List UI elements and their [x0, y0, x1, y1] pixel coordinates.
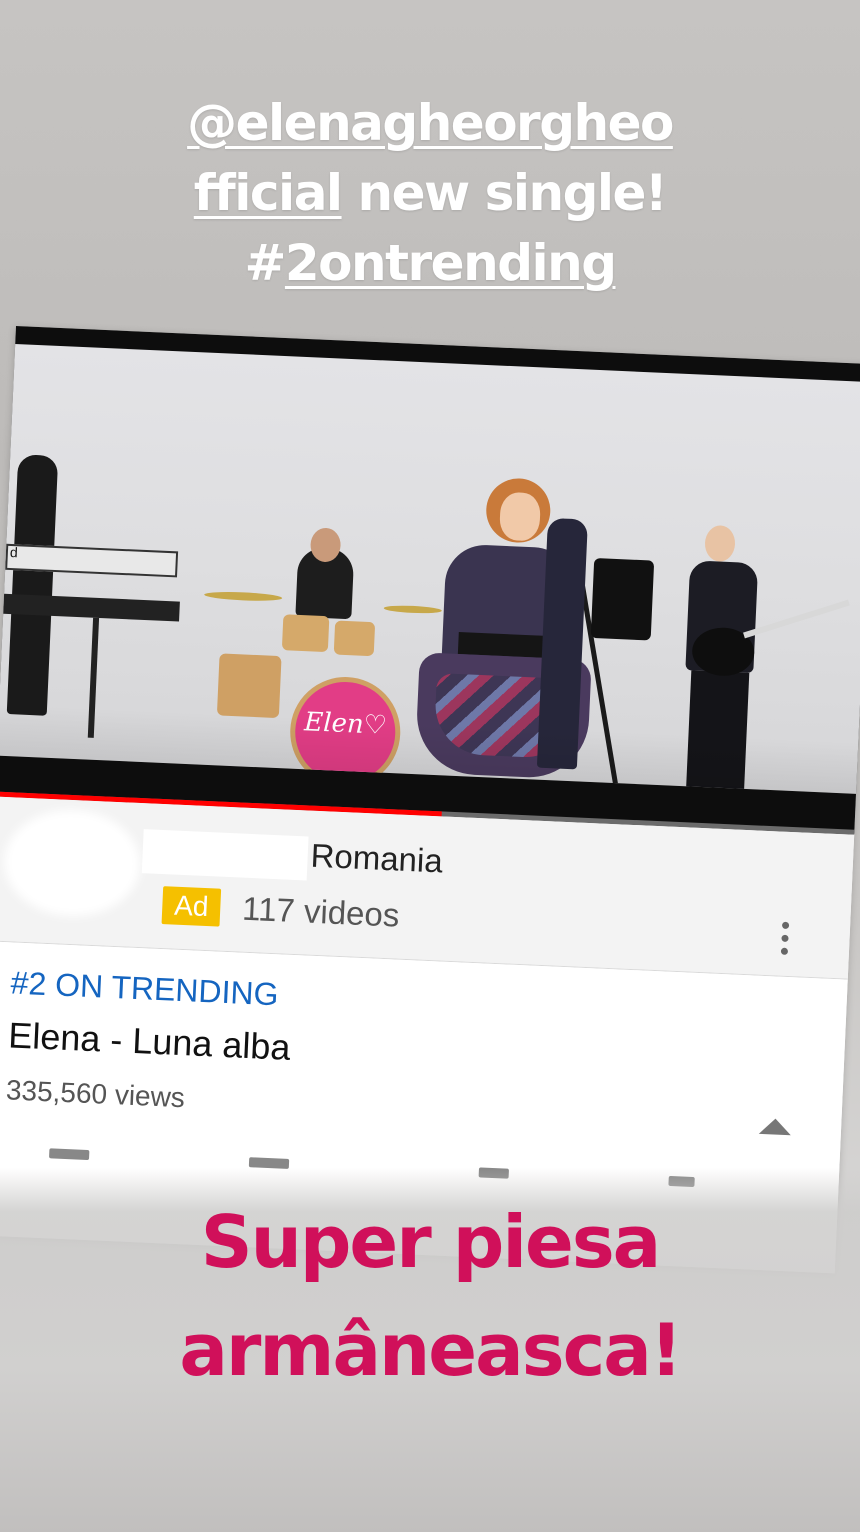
video-player[interactable]: d Elen♡ — [0, 326, 860, 835]
cymbal — [204, 590, 283, 603]
singer-face — [498, 491, 542, 542]
video-count: 117 videos — [241, 889, 401, 934]
promo-text: Super piesa armâneasca! — [0, 1188, 860, 1404]
dot-icon — [780, 934, 789, 942]
channel-name[interactable]: Romania — [310, 837, 444, 881]
video-title: Elena - Luna alba — [7, 1014, 292, 1068]
more-options-icon[interactable] — [778, 921, 790, 962]
mention-link[interactable]: @elenagheorgheo — [187, 94, 674, 152]
tom-drum — [281, 614, 330, 653]
channel-avatar-redacted — [10, 815, 135, 911]
keyboard-label: d — [9, 543, 19, 561]
like-icon[interactable] — [49, 1148, 90, 1161]
story-caption: @elenagheorgheo fficial new single! #2on… — [0, 88, 860, 298]
caption-text: new single! — [341, 164, 667, 222]
hashtag-symbol: # — [244, 234, 286, 292]
promo-line-1: Super piesa — [200, 1200, 662, 1284]
view-count: 335,560 views — [5, 1074, 186, 1114]
keyboardist — [6, 454, 59, 716]
dot-icon — [781, 921, 789, 929]
floor-tom — [216, 653, 282, 719]
channel-name-redacted — [141, 829, 309, 881]
guitar-neck — [743, 599, 850, 639]
video-frame: d Elen♡ — [0, 343, 860, 794]
guitarist-head — [704, 524, 736, 563]
ad-badge: Ad — [161, 886, 222, 927]
mention-link-continued[interactable]: fficial — [194, 164, 343, 222]
tom-drum-2 — [333, 620, 376, 657]
accordion — [590, 557, 655, 641]
hashtag-link[interactable]: 2ontrending — [285, 234, 617, 292]
expand-chevron-icon[interactable] — [758, 1117, 792, 1136]
youtube-screenshot: d Elen♡ — [0, 326, 860, 1274]
trending-label[interactable]: #2 ON TRENDING — [10, 964, 279, 1013]
dot-icon — [780, 947, 788, 955]
promo-line-2: armâneasca! — [179, 1308, 682, 1392]
cymbal-right — [383, 604, 442, 615]
